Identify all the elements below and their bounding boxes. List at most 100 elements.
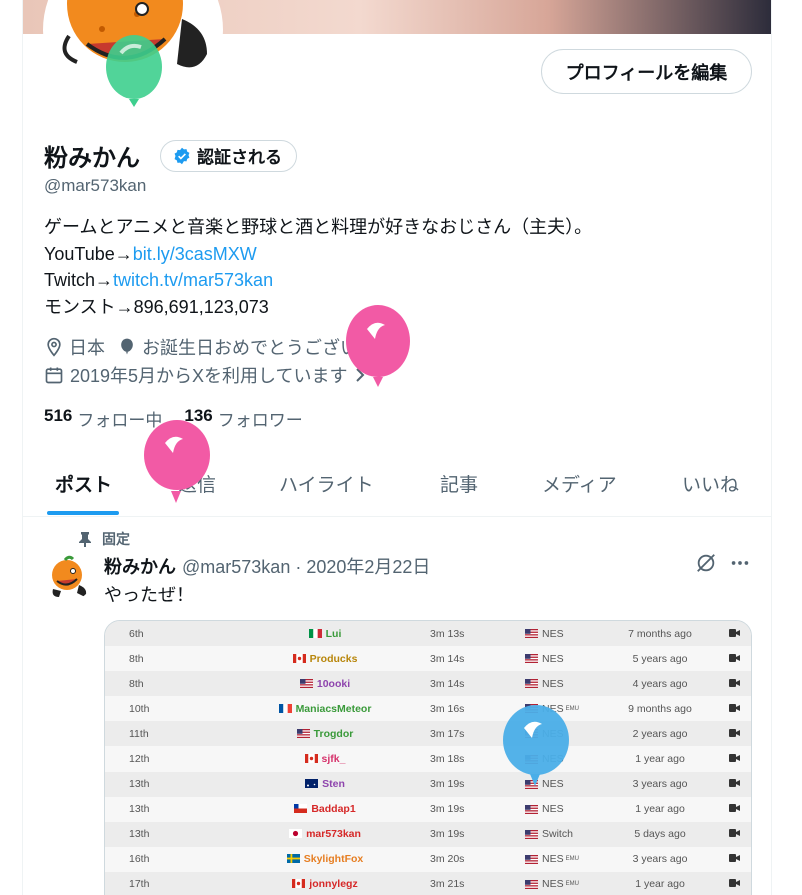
run-time: 3m 16s: [430, 702, 465, 715]
leaderboard-row: 12thsjfk_3m 18sNES1 year ago: [105, 746, 751, 772]
run-rank: 8th: [129, 652, 144, 665]
platform-name: NES: [542, 803, 564, 816]
run-time: 3m 13s: [430, 627, 465, 640]
country-flag-icon: [304, 754, 318, 764]
region-flag-icon: [525, 804, 538, 814]
run-date: 5 days ago: [634, 828, 686, 841]
platform-name: Switch: [542, 828, 573, 841]
leaderboard-row: 13th Baddap1 3m 19s NES 1 year ago: [105, 796, 751, 822]
more-options-icon[interactable]: [729, 552, 751, 574]
verified-badge-icon: [174, 147, 190, 164]
leaderboard-row: 6th Lui 3m 13s NES 7 months ago: [105, 621, 751, 647]
run-rank: 17th: [129, 878, 150, 891]
pinned-text: 固定: [102, 531, 130, 547]
post-author-meta[interactable]: @mar573kan · 2020年2月22日: [182, 553, 430, 579]
region-flag-icon: [525, 829, 538, 839]
post-author-name[interactable]: 粉みかん: [104, 553, 176, 579]
location-pin-icon: [47, 337, 61, 357]
grok-icon[interactable]: [695, 552, 717, 574]
region-flag-icon: [525, 629, 538, 639]
tab-articles[interactable]: 記事: [440, 470, 478, 497]
location-text: 日本: [69, 338, 105, 358]
country-flag-icon: [292, 879, 306, 889]
video-camera-icon: [729, 828, 740, 840]
tab-highlights[interactable]: ハイライト: [279, 470, 374, 497]
player-name: Lui: [325, 627, 342, 640]
run-rank: 16th: [129, 853, 150, 866]
profile-page: プロフィールを編集 粉みかん 認証される @mar573kan ゲームとアニメと…: [22, 0, 772, 895]
bio-youtube-prefix: YouTube→: [44, 243, 133, 264]
emulator-tag: EMU: [565, 881, 579, 888]
profile-tabs: ポスト 返信 ハイライト 記事 メディア いいね: [23, 452, 771, 517]
tab-likes[interactable]: いいね: [682, 470, 739, 497]
video-camera-icon: [729, 878, 740, 890]
video-camera-icon: [729, 678, 740, 690]
leaderboard-row: 17th jonnylegz 3m 21s NES EMU 1 year ago: [105, 871, 751, 895]
following-count: 516: [44, 406, 73, 425]
country-flag-icon: [294, 804, 308, 814]
run-rank: 11th: [129, 727, 149, 740]
post-image-leaderboard[interactable]: 6th Lui 3m 13s NES 7 months ago 8th Producks 3m…: [104, 620, 752, 895]
tab-posts[interactable]: ポスト: [55, 470, 112, 497]
profile-bio: ゲームとアニメと音楽と野球と酒と料理が好きなおじさん（主夫）。 YouTube→…: [44, 214, 592, 320]
country-flag-icon: [305, 779, 319, 789]
run-date: 1 year ago: [635, 878, 685, 891]
video-camera-icon: [729, 728, 740, 740]
post-avatar[interactable]: [45, 553, 93, 601]
country-flag-icon: [286, 854, 300, 864]
bio-youtube-line: YouTube→bit.ly/3casMXW: [44, 241, 592, 268]
tab-media[interactable]: メディア: [542, 470, 617, 497]
video-camera-icon: [729, 628, 740, 640]
run-player: sjfk_: [225, 753, 425, 765]
platform-name: NES: [542, 627, 564, 640]
run-time: 3m 14s: [430, 677, 465, 690]
joined-item: 2019年5月からXを利用しています: [44, 362, 372, 388]
run-rank: 12th: [129, 753, 150, 766]
run-platform: NES: [525, 678, 566, 690]
player-name: Producks: [309, 652, 358, 665]
profile-name: 粉みかん: [44, 145, 140, 172]
run-player: Trogdor: [225, 728, 425, 740]
post-header: 粉みかん @mar573kan · 2020年2月22日: [104, 553, 430, 579]
edit-profile-button[interactable]: プロフィールを編集: [541, 49, 752, 94]
run-player: Sten: [225, 778, 425, 790]
bio-line: ゲームとアニメと音楽と野球と酒と料理が好きなおじさん（主夫）。: [44, 217, 593, 237]
player-name: sjfk_: [321, 753, 346, 766]
run-platform: NES: [525, 803, 566, 815]
run-player: mar573kan: [225, 828, 425, 840]
country-flag-icon: [308, 628, 322, 638]
joined-text: 2019年5月からXを利用しています: [70, 366, 348, 386]
country-flag-icon: [296, 728, 310, 738]
emulator-tag: EMU: [565, 856, 579, 863]
run-date: 5 years ago: [632, 652, 688, 665]
get-verified-button[interactable]: 認証される: [160, 139, 297, 172]
player-name: mar573kan: [306, 828, 361, 841]
leaderboard-row: 13th Sten 3m 19s NES 3 years ago: [105, 771, 751, 797]
player-name: ManiacsMeteor: [295, 702, 372, 715]
twitch-link[interactable]: twitch.tv/mar573kan: [113, 270, 273, 290]
run-time: 3m 14s: [430, 652, 465, 665]
run-date: 7 months ago: [628, 627, 692, 640]
followers-label: フォロワー: [217, 411, 303, 430]
blue-balloon-icon: [503, 705, 569, 786]
leaderboard-row: 8th 10ooki 3m 14s NES 4 years ago: [105, 671, 751, 697]
run-player: Lui: [225, 628, 425, 640]
country-flag-icon: [289, 829, 303, 839]
platform-name: NES: [542, 652, 564, 665]
run-rank: 6th: [129, 627, 144, 640]
leaderboard-row: 13th mar573kan 3m 19s Switch 5 days ago: [105, 821, 751, 847]
get-verified-label: 認証される: [197, 148, 282, 167]
leaderboard-row: 10th ManiacsMeteor 3m 16s NES EMU 9 months ag…: [105, 696, 751, 722]
pink-balloon-icon: [346, 305, 410, 387]
run-player: 10ooki: [225, 678, 425, 690]
run-player: ManiacsMeteor: [225, 703, 425, 715]
calendar-icon: [45, 367, 63, 384]
pinned-label: 固定: [78, 529, 130, 549]
video-camera-icon: [729, 803, 740, 815]
location-item: 日本: [44, 334, 105, 360]
run-date: 9 months ago: [628, 702, 692, 715]
youtube-link[interactable]: bit.ly/3casMXW: [133, 244, 257, 264]
run-platform: NES: [525, 653, 566, 665]
run-player: Baddap1: [225, 803, 425, 815]
player-name: Baddap1: [311, 803, 356, 816]
